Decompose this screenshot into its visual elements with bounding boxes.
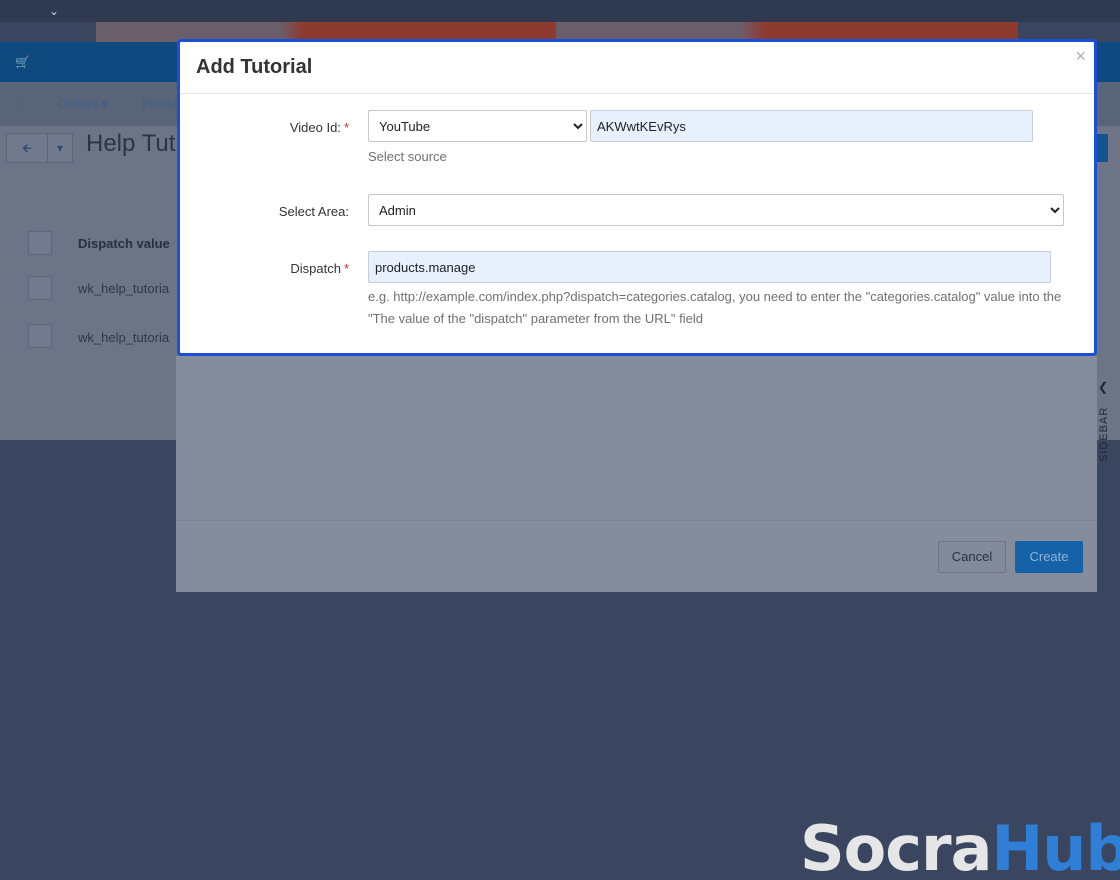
back-dropdown-button[interactable]: ▾ <box>47 133 73 163</box>
select-all-checkbox[interactable] <box>28 231 52 255</box>
column-header-dispatch: Dispatch value <box>78 236 170 251</box>
chevron-left-icon: ❮ <box>1098 380 1109 394</box>
logo-text: Hub <box>991 812 1120 880</box>
dispatch-input[interactable] <box>368 251 1051 283</box>
required-marker: * <box>343 261 349 276</box>
dialog-header: Add Tutorial × <box>180 42 1094 94</box>
video-source-select[interactable]: YouTube <box>368 110 587 142</box>
table-row[interactable]: wk_help_tutoria <box>78 330 169 345</box>
video-id-label-text: Video Id: <box>289 120 341 135</box>
create-button[interactable]: Create <box>1015 541 1083 573</box>
row-checkbox[interactable] <box>28 324 52 348</box>
video-source-help: Select source <box>368 149 447 164</box>
footer-divider <box>176 520 1097 521</box>
select-area-label: Select Area: <box>278 204 349 219</box>
sidebar-label: SIDEBAR <box>1098 406 1110 462</box>
menu-item-label: Orders <box>58 96 98 111</box>
add-tutorial-dialog: Add Tutorial × Video Id:* YouTube Select… <box>177 39 1097 356</box>
chevron-down-icon[interactable]: ⌄ <box>49 4 59 18</box>
dispatch-help: e.g. http://example.com/index.php?dispat… <box>368 286 1088 330</box>
dispatch-help-line: "The value of the "dispatch" parameter f… <box>368 311 703 326</box>
back-button[interactable]: 🡰 <box>6 133 48 163</box>
area-select[interactable]: Admin <box>368 194 1064 226</box>
table-row[interactable]: wk_help_tutoria <box>78 281 169 296</box>
top-bar: ⌄ <box>0 0 1120 22</box>
menu-item-products[interactable]: Produ <box>142 96 177 111</box>
video-id-input[interactable] <box>590 110 1033 142</box>
home-icon[interactable]: ⌂ <box>16 96 23 110</box>
dispatch-label: Dispatch * <box>180 261 349 276</box>
dispatch-help-line: e.g. http://example.com/index.php?dispat… <box>368 289 1062 304</box>
menu-item-orders[interactable]: Orders ▾ <box>58 96 108 112</box>
dialog-title: Add Tutorial <box>196 56 313 78</box>
page-title: Help Tut <box>86 130 176 157</box>
close-icon[interactable]: × <box>1075 46 1086 67</box>
sidebar-toggle[interactable]: ❮ SIDEBAR <box>1096 378 1120 470</box>
socrahub-logo: SocraHub <box>800 812 1120 880</box>
logo-text: Socra <box>800 812 992 880</box>
dispatch-label-text: Dispatch <box>290 261 341 276</box>
video-id-label: Video Id: * <box>180 120 349 135</box>
modal-footer-area: Cancel Create <box>176 356 1097 592</box>
cart-icon[interactable]: 🛒 <box>15 55 30 69</box>
row-checkbox[interactable] <box>28 276 52 300</box>
cancel-button[interactable]: Cancel <box>938 541 1006 573</box>
required-marker: * <box>343 120 349 135</box>
